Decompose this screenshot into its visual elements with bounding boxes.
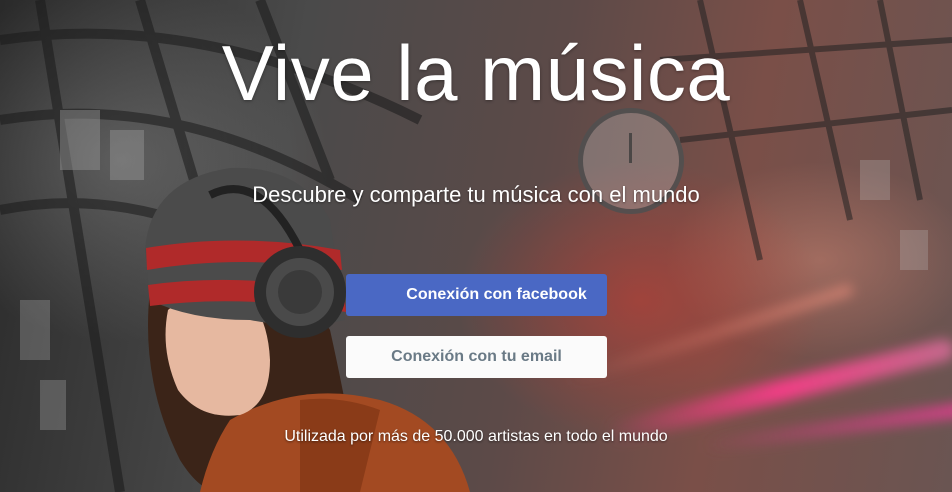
email-login-button[interactable]: Conexión con tu email (346, 336, 607, 378)
artist-count-note: Utilizada por más de 50.000 artistas en … (284, 428, 668, 445)
page-title: Vive la música (221, 29, 731, 117)
page-subtitle: Descubre y comparte tu música con el mun… (252, 182, 700, 207)
landing-page: Vive la música Descubre y comparte tu mú… (0, 0, 952, 492)
facebook-login-button[interactable]: Conexión con facebook (346, 274, 607, 316)
